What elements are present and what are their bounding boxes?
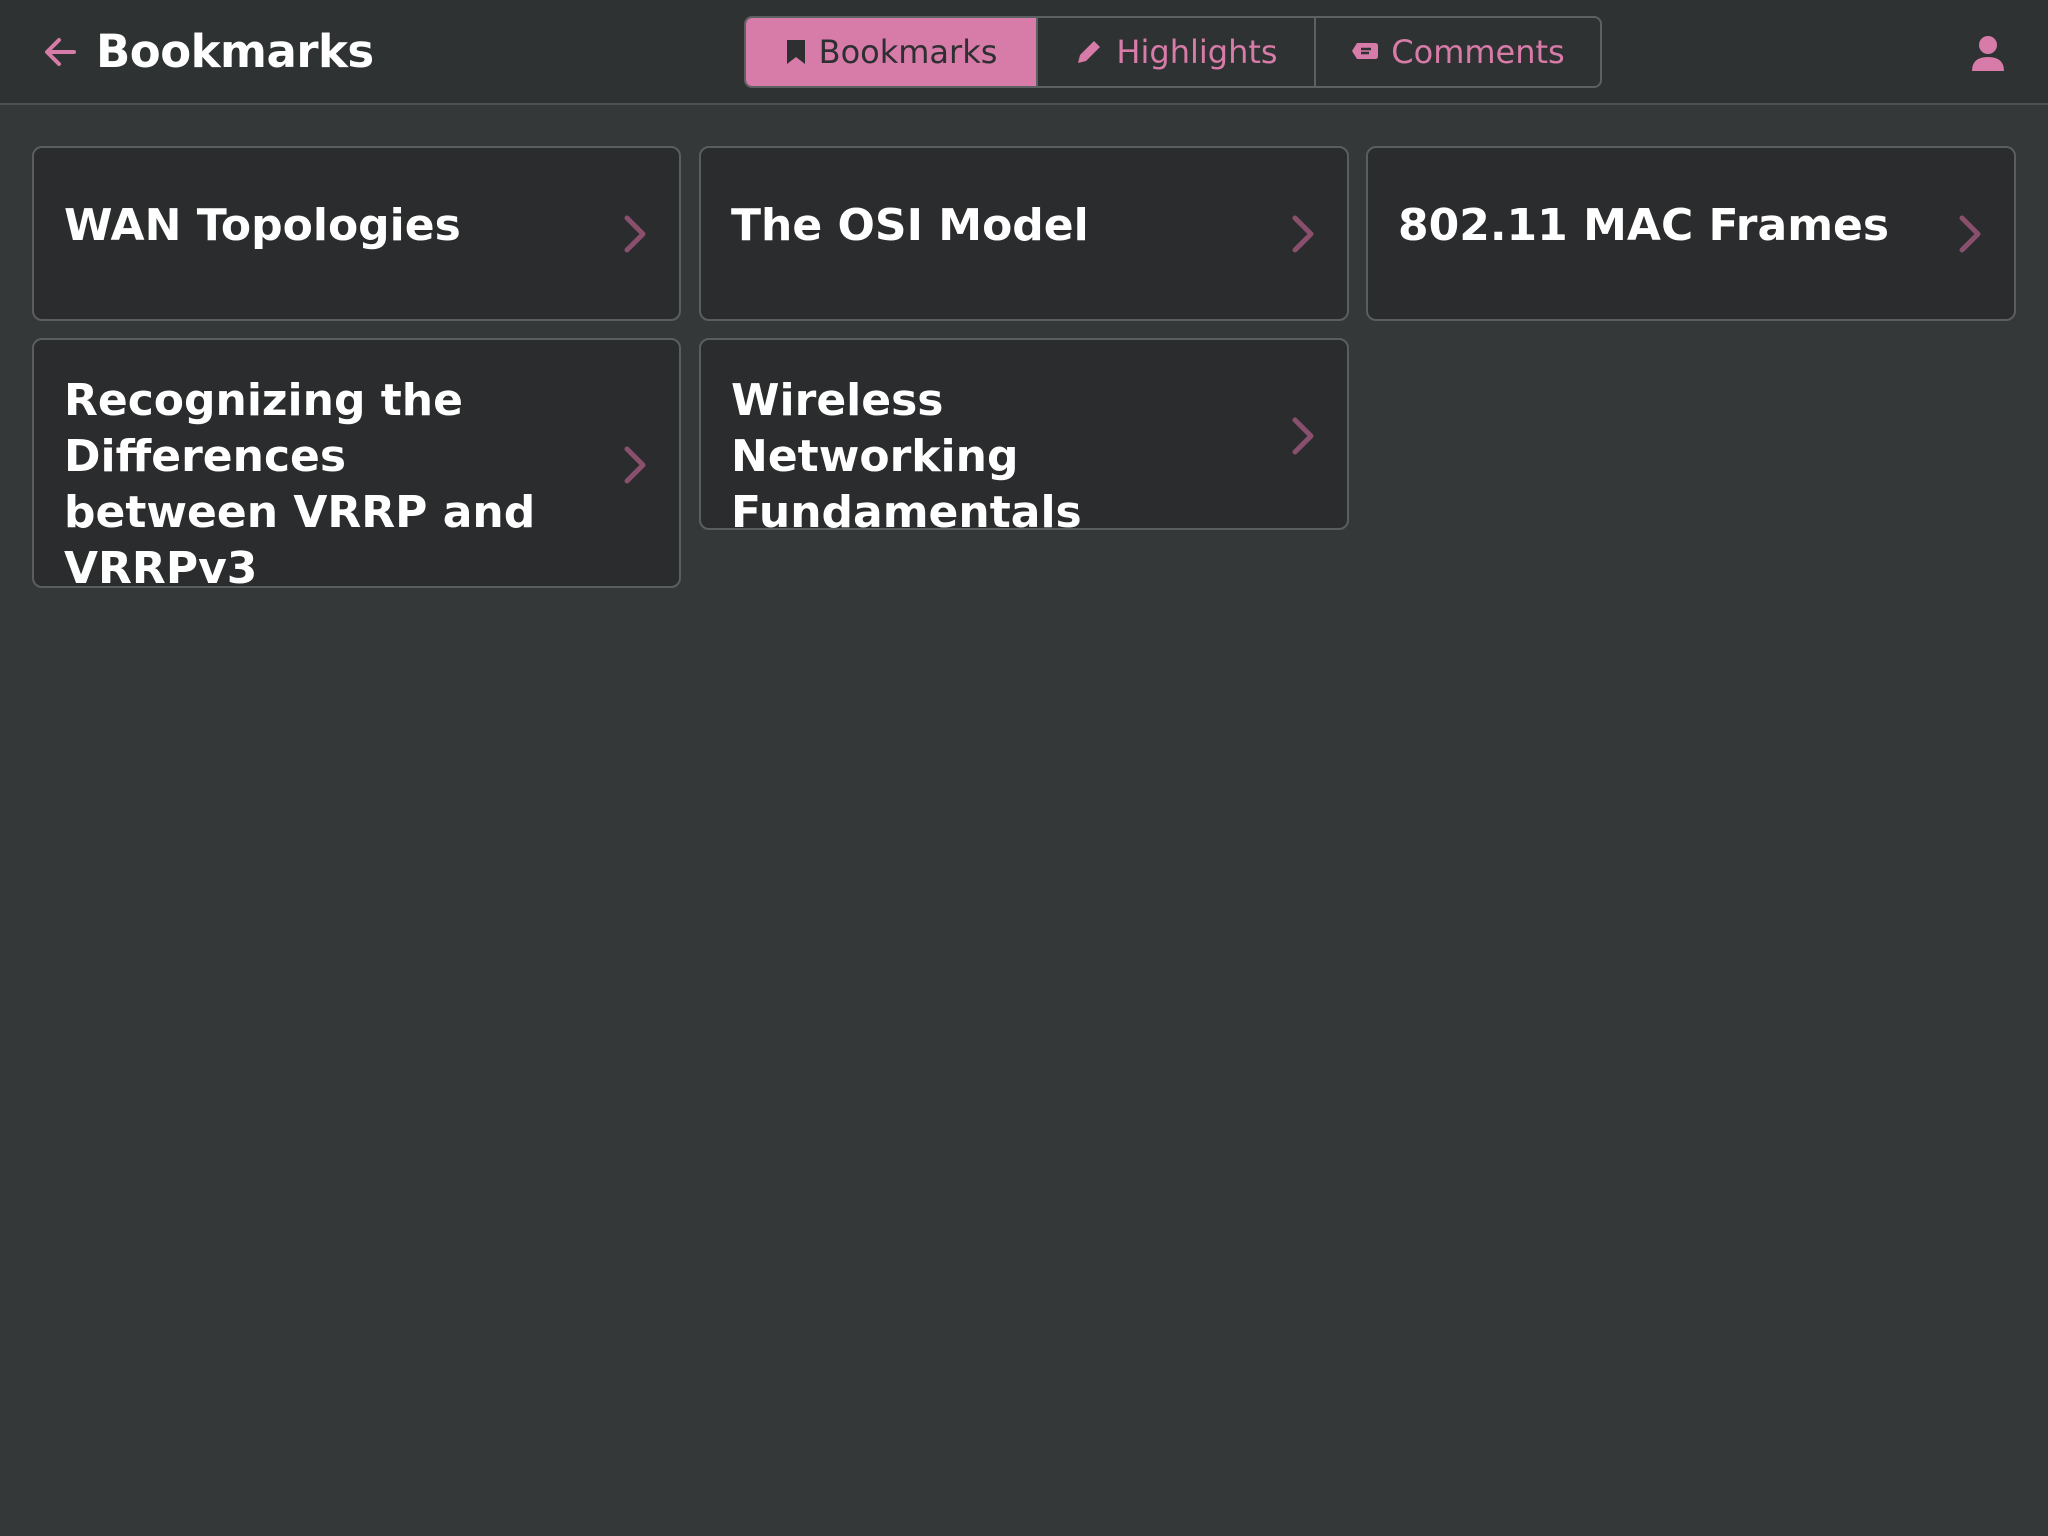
bookmark-title: Wireless Networking Fundamentals: [731, 375, 1082, 538]
bookmark-title: WAN Topologies: [64, 200, 461, 251]
tab-bookmarks-label: Bookmarks: [818, 33, 998, 71]
pencil-icon: [1074, 37, 1104, 67]
bookmark-icon: [785, 38, 807, 66]
bookmark-card[interactable]: Recognizing the Differences between VRRP…: [32, 338, 681, 594]
user-icon: [1972, 36, 2004, 71]
page-title: Bookmarks: [96, 25, 374, 78]
top-bar: Bookmarks Bookmarks Highlights Comments: [0, 0, 2048, 105]
chevron-right-icon: [1287, 210, 1319, 258]
bookmark-title: Recognizing the Differences between VRRP…: [64, 375, 536, 594]
back-button[interactable]: [38, 30, 82, 74]
bookmark-card[interactable]: WAN Topologies: [32, 146, 681, 321]
chevron-right-icon: [1954, 210, 1986, 258]
chevron-right-icon: [1287, 412, 1319, 460]
bookmark-title: The OSI Model: [731, 200, 1089, 251]
bookmark-card[interactable]: The OSI Model: [699, 146, 1349, 321]
bookmark-title: 802.11 MAC Frames: [1398, 200, 1890, 251]
chevron-right-icon: [619, 210, 651, 258]
tab-highlights[interactable]: Highlights: [1038, 18, 1316, 86]
comment-icon: [1351, 41, 1379, 63]
arrow-left-icon: [45, 38, 76, 66]
chevron-right-icon: [619, 441, 651, 489]
user-button[interactable]: [1964, 30, 2012, 78]
bookmark-card[interactable]: Wireless Networking Fundamentals: [699, 338, 1349, 538]
bookmark-card[interactable]: 802.11 MAC Frames: [1366, 146, 2016, 321]
tab-highlights-label: Highlights: [1116, 33, 1278, 71]
view-tabs: Bookmarks Highlights Comments: [744, 16, 1602, 88]
tab-comments-label: Comments: [1391, 33, 1565, 71]
tab-bookmarks[interactable]: Bookmarks: [746, 18, 1038, 86]
tab-comments[interactable]: Comments: [1316, 18, 1600, 86]
